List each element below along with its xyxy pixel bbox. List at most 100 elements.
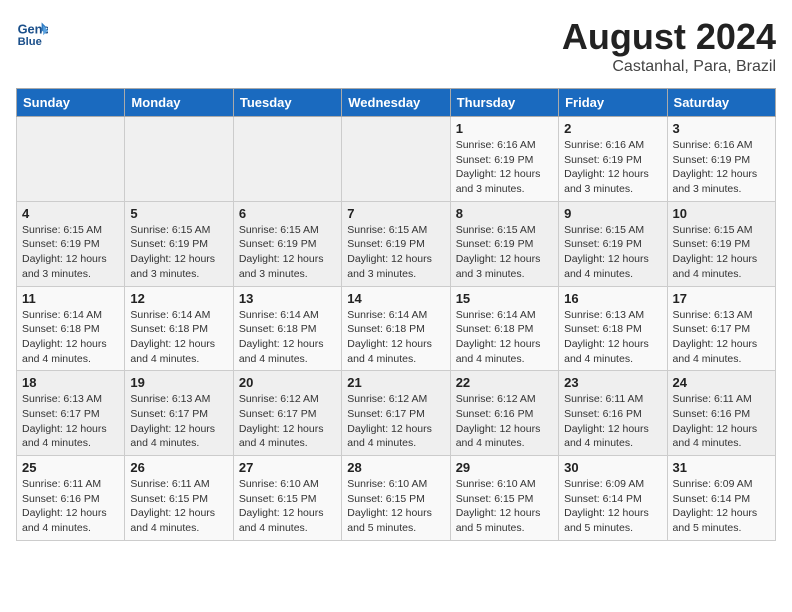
- day-info: Sunrise: 6:14 AM Sunset: 6:18 PM Dayligh…: [347, 308, 444, 367]
- day-info: Sunrise: 6:13 AM Sunset: 6:17 PM Dayligh…: [673, 308, 770, 367]
- calendar-cell: 12Sunrise: 6:14 AM Sunset: 6:18 PM Dayli…: [125, 286, 233, 371]
- calendar-cell: 21 Sunrise: 6:12 AM Sunset: 6:17 PM Dayli…: [342, 371, 450, 456]
- calendar-cell: 14 Sunrise: 6:14 AM Sunset: 6:18 PM Dayli…: [342, 286, 450, 371]
- day-info: Sunrise: 6:15 AM Sunset: 6:19 PM Dayligh…: [673, 223, 770, 282]
- header: General Blue August 2024 Castanhal, Para…: [16, 16, 776, 76]
- calendar-cell: 2 Sunrise: 6:16 AM Sunset: 6:19 PM Daylig…: [559, 117, 667, 202]
- calendar-subtitle: Castanhal, Para, Brazil: [562, 58, 776, 76]
- day-number: 30: [564, 460, 661, 475]
- calendar-cell: 1Sunrise: 6:16 AM Sunset: 6:19 PM Daylig…: [450, 117, 558, 202]
- day-number: 17: [673, 291, 770, 306]
- calendar-cell: 9 Sunrise: 6:15 AM Sunset: 6:19 PM Daylig…: [559, 201, 667, 286]
- calendar-cell: 20 Sunrise: 6:12 AM Sunset: 6:17 PM Dayli…: [233, 371, 341, 456]
- day-info: Sunrise: 6:13 AM Sunset: 6:17 PM Dayligh…: [130, 392, 227, 451]
- day-info: Sunrise: 6:15 AM Sunset: 6:19 PM Dayligh…: [130, 223, 227, 282]
- day-number: 9: [564, 206, 661, 221]
- day-number: 8: [456, 206, 553, 221]
- column-header-saturday: Saturday: [667, 89, 775, 117]
- calendar-header-row: SundayMondayTuesdayWednesdayThursdayFrid…: [17, 89, 776, 117]
- calendar-cell: 11Sunrise: 6:14 AM Sunset: 6:18 PM Dayli…: [17, 286, 125, 371]
- day-number: 11: [22, 291, 119, 306]
- column-header-wednesday: Wednesday: [342, 89, 450, 117]
- calendar-cell: 28 Sunrise: 6:10 AM Sunset: 6:15 PM Dayli…: [342, 456, 450, 541]
- day-info: Sunrise: 6:10 AM Sunset: 6:15 PM Dayligh…: [456, 477, 553, 536]
- calendar-cell: 8 Sunrise: 6:15 AM Sunset: 6:19 PM Daylig…: [450, 201, 558, 286]
- day-number: 7: [347, 206, 444, 221]
- day-info: Sunrise: 6:13 AM Sunset: 6:18 PM Dayligh…: [564, 308, 661, 367]
- day-info: Sunrise: 6:11 AM Sunset: 6:16 PM Dayligh…: [564, 392, 661, 451]
- calendar-cell: 27Sunrise: 6:10 AM Sunset: 6:15 PM Dayli…: [233, 456, 341, 541]
- logo-icon: General Blue: [16, 16, 48, 48]
- day-info: Sunrise: 6:10 AM Sunset: 6:15 PM Dayligh…: [347, 477, 444, 536]
- day-number: 22: [456, 375, 553, 390]
- day-number: 1: [456, 121, 553, 136]
- column-header-sunday: Sunday: [17, 89, 125, 117]
- day-info: Sunrise: 6:15 AM Sunset: 6:19 PM Dayligh…: [239, 223, 336, 282]
- day-number: 18: [22, 375, 119, 390]
- calendar-cell: [233, 117, 341, 202]
- day-info: Sunrise: 6:15 AM Sunset: 6:19 PM Dayligh…: [564, 223, 661, 282]
- column-header-friday: Friday: [559, 89, 667, 117]
- logo: General Blue: [16, 16, 48, 48]
- day-number: 6: [239, 206, 336, 221]
- day-number: 25: [22, 460, 119, 475]
- calendar-cell: 10 Sunrise: 6:15 AM Sunset: 6:19 PM Dayli…: [667, 201, 775, 286]
- day-info: Sunrise: 6:14 AM Sunset: 6:18 PM Dayligh…: [239, 308, 336, 367]
- day-number: 10: [673, 206, 770, 221]
- day-info: Sunrise: 6:12 AM Sunset: 6:17 PM Dayligh…: [239, 392, 336, 451]
- day-info: Sunrise: 6:12 AM Sunset: 6:16 PM Dayligh…: [456, 392, 553, 451]
- column-header-thursday: Thursday: [450, 89, 558, 117]
- day-info: Sunrise: 6:16 AM Sunset: 6:19 PM Dayligh…: [673, 138, 770, 197]
- day-number: 5: [130, 206, 227, 221]
- calendar-table: SundayMondayTuesdayWednesdayThursdayFrid…: [16, 88, 776, 541]
- calendar-cell: [17, 117, 125, 202]
- day-number: 21: [347, 375, 444, 390]
- calendar-week-row: 4 Sunrise: 6:15 AM Sunset: 6:19 PM Daylig…: [17, 201, 776, 286]
- day-info: Sunrise: 6:14 AM Sunset: 6:18 PM Dayligh…: [130, 308, 227, 367]
- calendar-cell: 29 Sunrise: 6:10 AM Sunset: 6:15 PM Dayli…: [450, 456, 558, 541]
- calendar-cell: 16 Sunrise: 6:13 AM Sunset: 6:18 PM Dayli…: [559, 286, 667, 371]
- day-number: 2: [564, 121, 661, 136]
- day-number: 16: [564, 291, 661, 306]
- calendar-cell: 25Sunrise: 6:11 AM Sunset: 6:16 PM Dayli…: [17, 456, 125, 541]
- calendar-cell: 23Sunrise: 6:11 AM Sunset: 6:16 PM Dayli…: [559, 371, 667, 456]
- calendar-cell: 15Sunrise: 6:14 AM Sunset: 6:18 PM Dayli…: [450, 286, 558, 371]
- calendar-cell: 3 Sunrise: 6:16 AM Sunset: 6:19 PM Daylig…: [667, 117, 775, 202]
- calendar-title: August 2024: [562, 16, 776, 58]
- day-info: Sunrise: 6:09 AM Sunset: 6:14 PM Dayligh…: [673, 477, 770, 536]
- calendar-cell: 7Sunrise: 6:15 AM Sunset: 6:19 PM Daylig…: [342, 201, 450, 286]
- calendar-cell: 19 Sunrise: 6:13 AM Sunset: 6:17 PM Dayli…: [125, 371, 233, 456]
- calendar-cell: 30 Sunrise: 6:09 AM Sunset: 6:14 PM Dayli…: [559, 456, 667, 541]
- day-info: Sunrise: 6:15 AM Sunset: 6:19 PM Dayligh…: [456, 223, 553, 282]
- day-info: Sunrise: 6:16 AM Sunset: 6:19 PM Dayligh…: [564, 138, 661, 197]
- day-number: 24: [673, 375, 770, 390]
- calendar-cell: 18 Sunrise: 6:13 AM Sunset: 6:17 PM Dayli…: [17, 371, 125, 456]
- title-section: August 2024 Castanhal, Para, Brazil: [562, 16, 776, 76]
- calendar-cell: 24Sunrise: 6:11 AM Sunset: 6:16 PM Dayli…: [667, 371, 775, 456]
- day-number: 29: [456, 460, 553, 475]
- calendar-week-row: 25Sunrise: 6:11 AM Sunset: 6:16 PM Dayli…: [17, 456, 776, 541]
- day-number: 19: [130, 375, 227, 390]
- calendar-cell: [125, 117, 233, 202]
- day-number: 26: [130, 460, 227, 475]
- calendar-cell: 26Sunrise: 6:11 AM Sunset: 6:15 PM Dayli…: [125, 456, 233, 541]
- day-number: 31: [673, 460, 770, 475]
- calendar-cell: 6 Sunrise: 6:15 AM Sunset: 6:19 PM Daylig…: [233, 201, 341, 286]
- day-number: 20: [239, 375, 336, 390]
- calendar-cell: 17 Sunrise: 6:13 AM Sunset: 6:17 PM Dayli…: [667, 286, 775, 371]
- day-number: 28: [347, 460, 444, 475]
- day-number: 3: [673, 121, 770, 136]
- calendar-week-row: 11 Sunrise: 6:14 AM Sunset: 6:18 PM Dayli…: [17, 286, 776, 371]
- calendar-week-row: 1 Sunrise: 6:16 AM Sunset: 6:19 PM Daylig…: [17, 117, 776, 202]
- calendar-cell: 22 Sunrise: 6:12 AM Sunset: 6:16 PM Dayli…: [450, 371, 558, 456]
- day-info: Sunrise: 6:15 AM Sunset: 6:19 PM Dayligh…: [22, 223, 119, 282]
- day-number: 14: [347, 291, 444, 306]
- svg-text:Blue: Blue: [18, 36, 42, 48]
- day-info: Sunrise: 6:13 AM Sunset: 6:17 PM Dayligh…: [22, 392, 119, 451]
- day-info: Sunrise: 6:09 AM Sunset: 6:14 PM Dayligh…: [564, 477, 661, 536]
- day-number: 15: [456, 291, 553, 306]
- day-number: 4: [22, 206, 119, 221]
- day-info: Sunrise: 6:12 AM Sunset: 6:17 PM Dayligh…: [347, 392, 444, 451]
- calendar-cell: 13Sunrise: 6:14 AM Sunset: 6:18 PM Dayli…: [233, 286, 341, 371]
- column-header-tuesday: Tuesday: [233, 89, 341, 117]
